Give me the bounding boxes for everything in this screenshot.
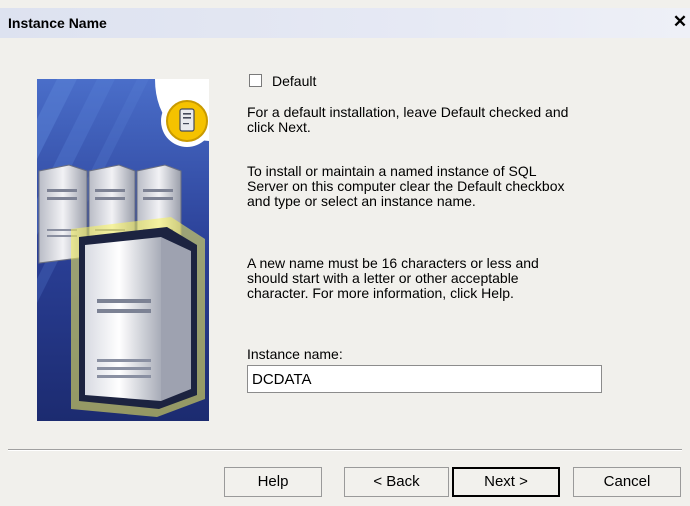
default-checkbox-label[interactable]: Default — [272, 73, 316, 89]
back-button[interactable]: < Back — [344, 467, 449, 497]
default-checkbox[interactable] — [249, 74, 262, 87]
instance-name-input[interactable] — [247, 365, 602, 393]
instance-name-dialog: Instance Name ✕ Default For a default in… — [0, 0, 690, 506]
cancel-button[interactable]: Cancel — [573, 467, 681, 497]
close-icon[interactable]: ✕ — [671, 11, 689, 33]
title-bar: Instance Name ✕ — [0, 8, 690, 38]
help-button[interactable]: Help — [224, 467, 322, 497]
server-illustration-svg — [37, 79, 213, 421]
window-title: Instance Name — [8, 15, 107, 31]
named-instance-instructions: To install or maintain a named instance … — [247, 163, 565, 209]
server-illustration — [37, 79, 213, 421]
button-separator — [8, 449, 682, 451]
default-install-instructions: For a default installation, leave Defaul… — [247, 104, 569, 135]
next-button[interactable]: Next > — [452, 467, 560, 497]
instance-name-rules: A new name must be 16 characters or less… — [247, 255, 539, 301]
instance-name-label: Instance name: — [247, 346, 343, 362]
